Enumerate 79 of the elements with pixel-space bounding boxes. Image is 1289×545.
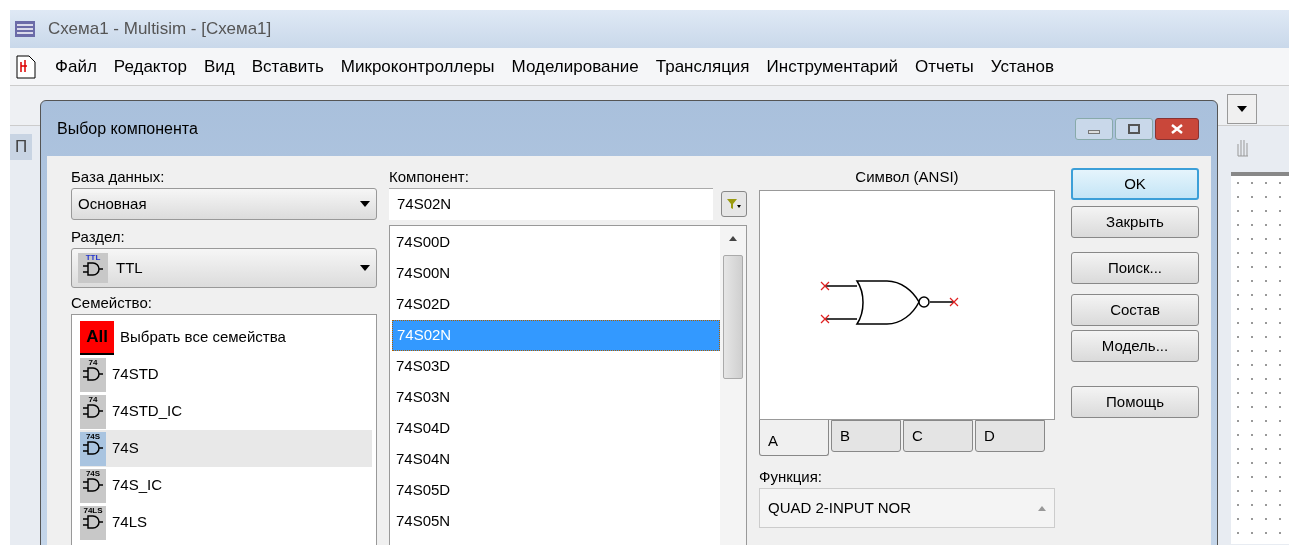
family-item[interactable]: 74S 74S [80,430,372,467]
symbol-tab[interactable]: C [903,420,973,452]
gate-symbol-icon [82,262,104,276]
icon-label: 74 [88,394,98,404]
family-item[interactable]: 74LS 74LS [80,504,372,541]
maximize-button[interactable] [1115,117,1153,140]
symbol-label: Символ (ANSI) [854,167,960,187]
scroll-thumb[interactable] [723,255,743,379]
icon-label: 74S [85,468,101,478]
component-item[interactable]: 74S04N [392,444,720,475]
menu-item[interactable]: Вид [204,53,235,80]
minimize-button[interactable] [1075,117,1113,140]
dialog-button[interactable]: Состав [1071,294,1199,326]
menu-item[interactable]: Установ [990,53,1054,80]
component-field[interactable]: 74S02N [389,188,713,220]
menu-item[interactable]: Файл [55,53,97,80]
menu-item[interactable]: Отчеты [915,53,974,80]
field-label: Семейство: [71,293,153,313]
menu-item[interactable]: Вставить [251,53,324,80]
gate-symbol-icon [82,440,104,455]
filter-icon [726,198,742,210]
family-item[interactable]: 74 74STD [80,356,372,393]
close-icon [1171,123,1183,134]
family-item[interactable]: All Выбрать все семейства [80,319,372,356]
section-dropdown[interactable]: TTL TTL [71,248,377,288]
function-field: QUAD 2-INPUT NOR [759,488,1055,528]
caret-icon [1237,106,1247,112]
field-label: Функция: [759,467,823,487]
icon-label: 74 [88,357,98,367]
family-item[interactable]: 74S 74S_IC [80,467,372,504]
gate-symbol-icon [82,477,104,492]
field-label: Раздел: [71,227,126,247]
dialog-button[interactable]: Модель... [1071,330,1199,362]
all-icon: All [80,320,114,355]
close-button[interactable] [1155,117,1199,140]
dialog-button[interactable]: Помощь [1071,386,1199,418]
component-item[interactable]: 74S04D [392,413,720,444]
icon-label: 74LS [83,505,103,515]
component-item[interactable]: 74S05D [392,475,720,506]
menu-item[interactable]: Инструментарий [766,53,899,80]
symbol-tab[interactable]: A [759,420,829,456]
component-item[interactable]: 74S03D [392,351,720,382]
dialog-title: Выбор компонента [57,118,198,139]
database-dropdown[interactable]: Основная [71,188,377,220]
component-item[interactable]: 74S05N [392,506,720,537]
menu-item[interactable]: Микроконтроллеры [340,53,495,80]
dialog-button[interactable]: OK [1071,168,1199,200]
symbol-tab[interactable]: B [831,420,901,452]
family-item[interactable]: 74 74STD_IC [80,393,372,430]
gate-symbol-icon [82,514,104,529]
document-icon [14,53,38,80]
gate-symbol-icon [82,403,104,418]
maximize-icon [1128,123,1140,134]
scroll-up-icon [1038,505,1046,511]
component-item[interactable]: 74S02D [392,289,720,320]
component-item[interactable]: 74S00D [392,227,720,258]
panel-tab[interactable]: П [10,134,32,160]
component-item[interactable]: 74S03N [392,382,720,413]
component-item[interactable]: 74S00N [392,258,720,289]
caret-icon [360,201,370,207]
dialog-button[interactable]: Закрыть [1071,206,1199,238]
field-label: Компонент: [389,167,470,187]
scroll-up-icon [729,236,737,241]
app-icon [14,20,36,38]
toolbar-dropdown[interactable] [1227,94,1257,124]
minimize-icon [1088,129,1100,134]
menu-item[interactable]: Трансляция [655,53,750,80]
menu-item[interactable]: Моделирование [511,53,639,80]
field-label: База данных: [71,167,166,187]
icon-label: 74S [85,431,101,441]
menu-item[interactable]: Редактор [113,53,187,80]
symbol-tab[interactable]: D [975,420,1045,452]
filter-button[interactable] [721,191,747,217]
gate-symbol-icon [82,366,104,381]
window-title: Схема1 - Multisim - [Схема1] [48,18,272,41]
icon-label: TTL [85,253,101,262]
dialog-button[interactable]: Поиск... [1071,252,1199,284]
caret-icon [360,265,370,271]
scrollbar[interactable] [720,226,746,545]
